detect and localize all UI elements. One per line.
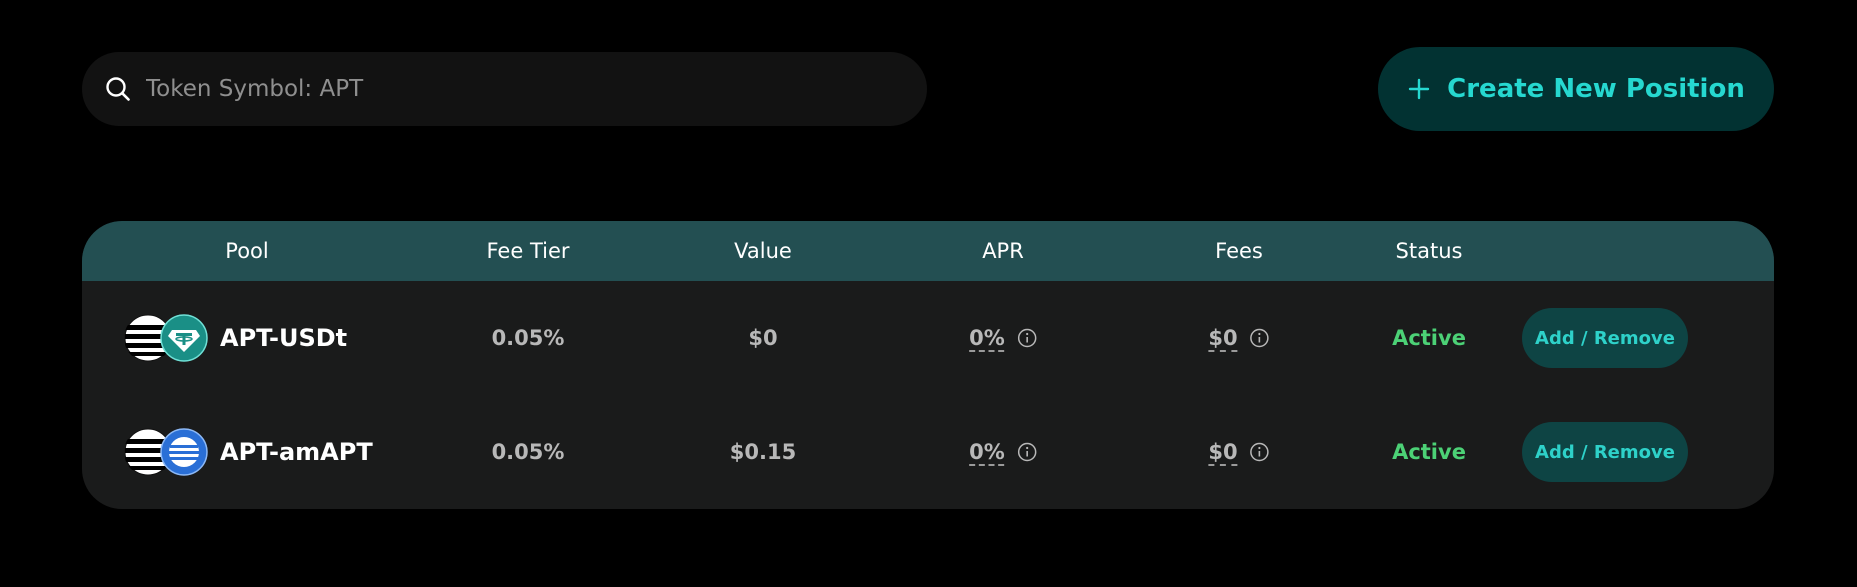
column-header-status: Status xyxy=(1395,239,1463,263)
pool-name: APT-USDt xyxy=(220,324,348,352)
search-input[interactable] xyxy=(146,76,846,102)
info-icon[interactable] xyxy=(1017,328,1037,348)
add-remove-button[interactable]: Add / Remove xyxy=(1522,308,1688,368)
column-header-fee-tier: Fee Tier xyxy=(486,239,570,263)
apr-value: 0% xyxy=(969,326,1005,350)
fees-cell: $0 xyxy=(1208,281,1269,395)
info-icon[interactable] xyxy=(1250,442,1270,462)
plus-icon xyxy=(1408,78,1430,100)
fee-tier: 0.05% xyxy=(491,326,565,350)
position-value: $0 xyxy=(748,326,778,350)
amapt-icon xyxy=(160,428,208,476)
create-new-position-label: Create New Position xyxy=(1447,74,1745,104)
search-bar[interactable] xyxy=(82,52,927,126)
table-header: Pool Fee Tier Value APR Fees Status xyxy=(82,221,1774,281)
pool-pair: APT-amAPT xyxy=(124,395,373,509)
fees-value: $0 xyxy=(1208,326,1238,350)
table-row[interactable]: APT-amAPT 0.05% $0.15 0% $0 Active Add /… xyxy=(82,395,1774,509)
fees-cell: $0 xyxy=(1208,395,1269,509)
column-header-value: Value xyxy=(734,239,792,263)
fee-tier: 0.05% xyxy=(491,440,565,464)
apr-cell: 0% xyxy=(969,395,1037,509)
create-new-position-button[interactable]: Create New Position xyxy=(1378,47,1774,131)
positions-table: Pool Fee Tier Value APR Fees Status APT-… xyxy=(82,221,1774,509)
position-value: $0.15 xyxy=(729,440,797,464)
pool-name: APT-amAPT xyxy=(220,438,373,466)
apr-value: 0% xyxy=(969,440,1005,464)
column-header-fees: Fees xyxy=(1215,239,1263,263)
fees-value: $0 xyxy=(1208,440,1238,464)
search-icon xyxy=(104,75,132,103)
pool-pair: APT-USDt xyxy=(124,281,347,395)
info-icon[interactable] xyxy=(1017,442,1037,462)
table-row[interactable]: APT-USDt 0.05% $0 0% $0 Active Add / Rem… xyxy=(82,281,1774,395)
status-badge: Active xyxy=(1392,326,1466,350)
add-remove-button[interactable]: Add / Remove xyxy=(1522,422,1688,482)
status-badge: Active xyxy=(1392,440,1466,464)
column-header-pool: Pool xyxy=(225,239,269,263)
column-header-apr: APR xyxy=(982,239,1024,263)
usdt-icon xyxy=(160,314,208,362)
info-icon[interactable] xyxy=(1250,328,1270,348)
apr-cell: 0% xyxy=(969,281,1037,395)
